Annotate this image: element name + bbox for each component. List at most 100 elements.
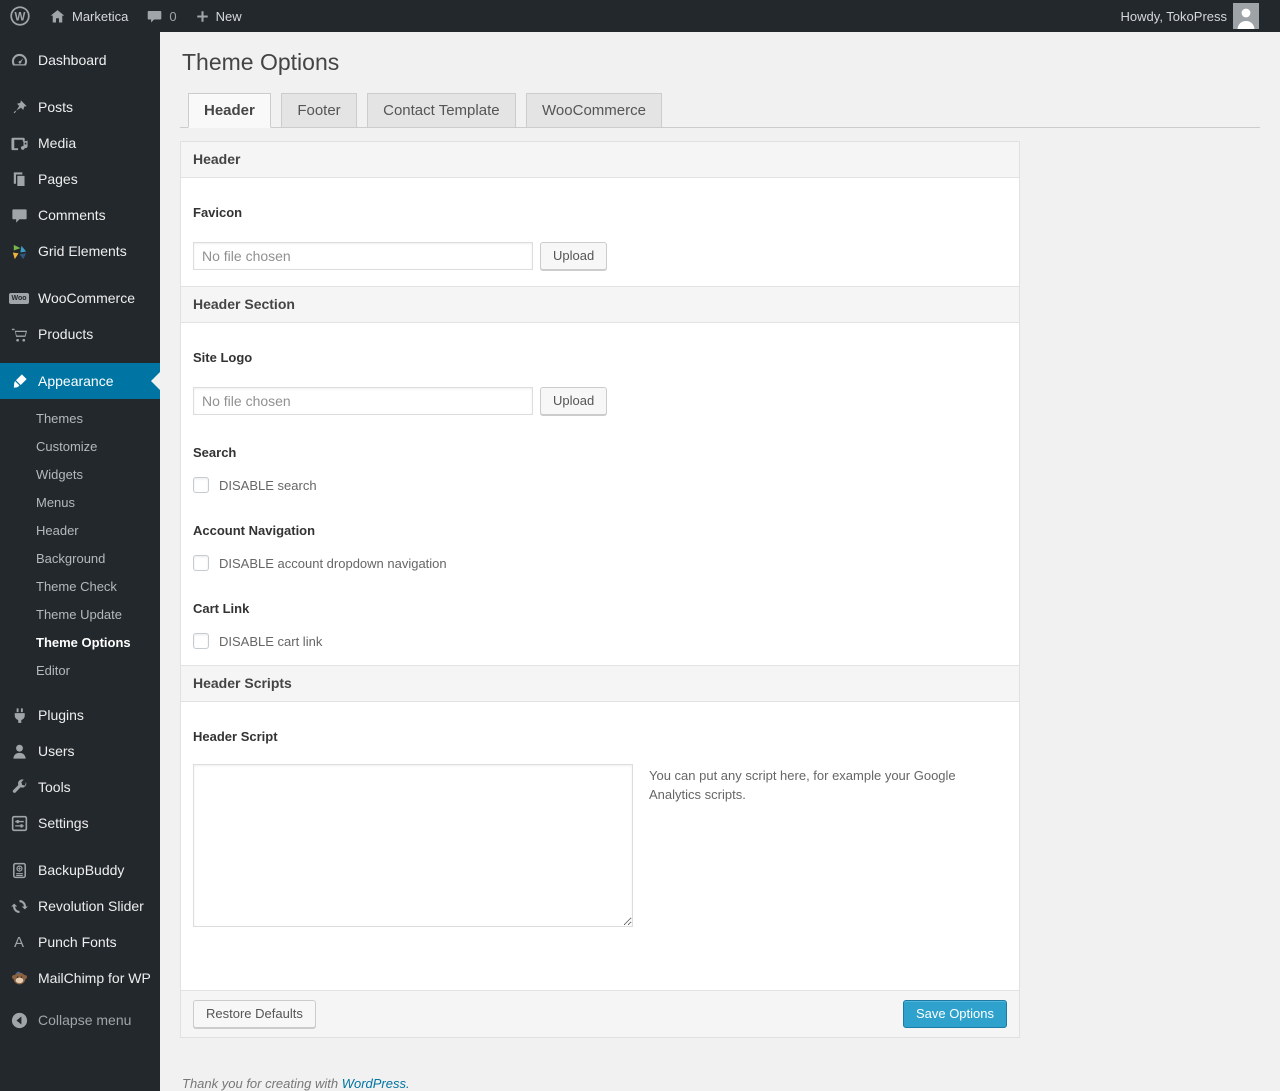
save-options-button[interactable]: Save Options — [902, 1000, 1007, 1028]
header-script-row: You can put any script here, for example… — [193, 764, 1007, 974]
section-header-title: Header — [181, 142, 1019, 178]
comments-menu[interactable]: 0 — [137, 0, 185, 32]
main-content: Theme Options Header Footer Contact Temp… — [160, 32, 1280, 1091]
disable-cart-checkbox[interactable] — [193, 633, 209, 649]
submenu-item-theme-update[interactable]: Theme Update — [0, 601, 160, 629]
sidebar-item-punch-fonts[interactable]: A Punch Fonts — [0, 924, 160, 960]
sidebar-item-grid-elements[interactable]: Grid Elements — [0, 233, 160, 269]
disable-search-checkbox-label: DISABLE search — [219, 477, 317, 493]
submenu-item-background[interactable]: Background — [0, 545, 160, 573]
submenu-item-editor[interactable]: Editor — [0, 657, 160, 685]
menu-separator — [0, 78, 160, 89]
backup-drive-icon — [9, 860, 29, 880]
sidebar-item-media[interactable]: Media — [0, 125, 160, 161]
plus-icon — [196, 10, 208, 22]
search-label: Search — [193, 445, 237, 460]
footer-thanks-prefix: Thank you for creating with — [182, 1076, 342, 1091]
cart-icon — [9, 324, 29, 344]
wordpress-logo-menu[interactable]: W — [0, 0, 40, 32]
sidebar-item-users[interactable]: Users — [0, 733, 160, 769]
menu-separator — [0, 269, 160, 280]
favicon-label: Favicon — [193, 205, 243, 220]
tab-bar: Header Footer Contact Template WooCommer… — [180, 93, 1260, 128]
admin-bar: W Marketica 0 New Howdy, TokoPress — [0, 0, 1280, 32]
submenu-item-header[interactable]: Header — [0, 517, 160, 545]
site-logo-label: Site Logo — [193, 350, 253, 365]
sidebar-item-mailchimp[interactable]: MailChimp for WP — [0, 960, 160, 996]
tab-header[interactable]: Header — [188, 93, 271, 128]
disable-cart-row[interactable]: DISABLE cart link — [193, 633, 1007, 649]
wordpress-link[interactable]: WordPress. — [342, 1076, 410, 1091]
account-menu[interactable]: Howdy, TokoPress — [1112, 0, 1268, 32]
section-header-scripts-title: Header Scripts — [181, 665, 1019, 702]
tab-contact-template[interactable]: Contact Template — [367, 93, 516, 127]
tab-woocommerce[interactable]: WooCommerce — [526, 93, 662, 127]
sidebar-item-collapse-menu[interactable]: Collapse menu — [0, 1002, 160, 1038]
user-avatar-icon — [1233, 3, 1259, 29]
submenu-item-theme-check[interactable]: Theme Check — [0, 573, 160, 601]
favicon-upload-button[interactable]: Upload — [540, 242, 608, 270]
submenu-item-widgets[interactable]: Widgets — [0, 461, 160, 489]
sidebar-item-appearance[interactable]: Appearance — [0, 363, 160, 399]
sidebar-item-posts[interactable]: Posts — [0, 89, 160, 125]
pages-icon — [9, 169, 29, 189]
disable-account-checkbox-label: DISABLE account dropdown navigation — [219, 555, 447, 571]
howdy-label: Howdy, TokoPress — [1120, 8, 1227, 24]
section-header-section-body: Site Logo Upload Search DISABLE search A… — [181, 323, 1019, 665]
submenu-item-themes[interactable]: Themes — [0, 405, 160, 433]
site-name-label: Marketica — [72, 8, 129, 24]
disable-account-row[interactable]: DISABLE account dropdown navigation — [193, 555, 1007, 571]
disable-search-row[interactable]: DISABLE search — [193, 477, 1007, 493]
new-content-menu[interactable]: New — [186, 0, 251, 32]
sidebar-item-settings[interactable]: Settings — [0, 805, 160, 841]
sidebar-item-dashboard[interactable]: Dashboard — [0, 42, 160, 78]
sidebar-item-revolution-slider[interactable]: Revolution Slider — [0, 888, 160, 924]
header-script-textarea[interactable] — [193, 764, 633, 927]
disable-search-checkbox[interactable] — [193, 477, 209, 493]
section-header-scripts-body: Header Script You can put any script her… — [181, 702, 1019, 990]
sidebar-item-backupbuddy[interactable]: BackupBuddy — [0, 852, 160, 888]
menu-separator — [0, 352, 160, 363]
submenu-item-customize[interactable]: Customize — [0, 433, 160, 461]
media-icon — [9, 133, 29, 153]
settings-sliders-icon — [9, 813, 29, 833]
theme-options-panel: Header Favicon Upload Header Section Sit… — [180, 141, 1020, 1038]
sidebar-item-comments[interactable]: Comments — [0, 197, 160, 233]
wrench-icon — [9, 777, 29, 797]
account-navigation-label: Account Navigation — [193, 523, 316, 538]
sidebar-item-label: Tools — [38, 779, 71, 795]
sidebar-item-label: Media — [38, 135, 77, 151]
footer-thanks-text: Thank you for creating with WordPress. — [182, 1076, 410, 1091]
favicon-file-input[interactable] — [193, 242, 533, 270]
site-logo-file-input[interactable] — [193, 387, 533, 415]
site-name-menu[interactable]: Marketica — [40, 0, 137, 32]
page-footer: Thank you for creating with WordPress. V… — [180, 1076, 1280, 1091]
disable-account-checkbox[interactable] — [193, 555, 209, 571]
site-logo-upload-button[interactable]: Upload — [540, 387, 608, 415]
section-header-section-title: Header Section — [181, 286, 1019, 323]
sidebar-item-tools[interactable]: Tools — [0, 769, 160, 805]
collapse-arrow-icon — [9, 1010, 29, 1030]
sidebar-item-plugins[interactable]: Plugins — [0, 697, 160, 733]
new-label: New — [215, 8, 242, 24]
sidebar-item-label: Products — [38, 326, 94, 342]
sidebar-item-label: WooCommerce — [38, 290, 135, 306]
sidebar-item-label: Settings — [38, 815, 89, 831]
comment-bubble-icon — [9, 205, 29, 225]
section-header-body: Favicon Upload — [181, 178, 1019, 286]
paintbrush-icon — [9, 371, 29, 391]
submenu-item-menus[interactable]: Menus — [0, 489, 160, 517]
sidebar-item-products[interactable]: Products — [0, 316, 160, 352]
sidebar-item-pages[interactable]: Pages — [0, 161, 160, 197]
grid-elements-icon — [9, 241, 29, 261]
sidebar-item-label: Appearance — [38, 373, 114, 389]
favicon-file-row: Upload — [193, 242, 1007, 270]
woocommerce-icon: Woo — [9, 292, 29, 304]
sidebar-item-label: Collapse menu — [38, 1012, 132, 1028]
tab-footer[interactable]: Footer — [281, 93, 357, 127]
sidebar-item-woocommerce[interactable]: Woo WooCommerce — [0, 280, 160, 316]
submenu-item-theme-options[interactable]: Theme Options — [0, 629, 160, 657]
restore-defaults-button[interactable]: Restore Defaults — [193, 1000, 316, 1028]
mailchimp-monkey-icon — [9, 968, 29, 988]
sidebar-item-label: Grid Elements — [38, 243, 127, 259]
